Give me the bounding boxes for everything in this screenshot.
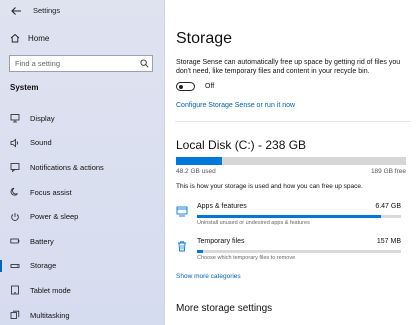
app-title: Settings (33, 6, 61, 15)
sidebar-item-label: Sound (30, 138, 52, 148)
sidebar-item-battery[interactable]: Battery (0, 229, 165, 254)
focus-assist-icon (10, 187, 20, 197)
disk-title: Local Disk (C:) - 238 GB (176, 138, 307, 152)
sidebar-item-sound[interactable]: Sound (0, 131, 165, 156)
sound-icon (10, 138, 20, 148)
sidebar-item-label: Multitasking (30, 310, 70, 320)
sidebar: Settings Home Find a setting System Disp… (0, 0, 165, 325)
multitasking-icon (10, 310, 20, 320)
sidebar-item-storage[interactable]: Storage (0, 254, 165, 279)
sidebar-item-label: Storage (30, 261, 57, 271)
home-label: Home (28, 33, 50, 43)
storage-sense-description: Storage Sense can automatically free up … (176, 59, 401, 76)
disk-free-label: 189 GB free (370, 168, 406, 175)
more-storage-settings-heading: More storage settings (176, 303, 273, 314)
category-description: Choose which temporary files to remove (197, 255, 296, 261)
sidebar-item-focus-assist[interactable]: Focus assist (0, 180, 165, 205)
search-placeholder: Find a setting (15, 59, 61, 68)
sidebar-item-label: Notifications & actions (30, 162, 104, 172)
category-size: 6.47 GB (375, 203, 401, 210)
sidebar-item-display[interactable]: Display (0, 106, 165, 131)
category-size: 157 MB (376, 238, 401, 245)
category-usage-fill (197, 215, 381, 218)
power-icon (10, 212, 20, 222)
sidebar-item-power-sleep[interactable]: Power & sleep (0, 204, 165, 229)
storage-icon (10, 261, 20, 271)
sidebar-item-label: Tablet mode (30, 285, 71, 295)
category-usage-bar (197, 250, 401, 253)
disk-usage-bar (176, 157, 406, 165)
display-icon (10, 113, 20, 123)
category-name: Temporary files (197, 238, 245, 245)
sidebar-item-label: Focus assist (30, 187, 72, 197)
sidebar-nav: Display Sound Notifications & actions Fo… (0, 106, 165, 325)
sidebar-item-label: Power & sleep (30, 212, 79, 222)
title-bar: Settings (0, 0, 165, 22)
sidebar-item-notifications[interactable]: Notifications & actions (0, 155, 165, 180)
toggle-state-label: Off (205, 83, 215, 90)
page-title: Storage (176, 30, 233, 47)
category-name: Apps & features (197, 203, 247, 210)
disk-usage-fill (176, 157, 222, 165)
disk-used-label: 48.2 GB used (176, 168, 216, 175)
trash-icon (178, 241, 186, 252)
section-divider (175, 121, 411, 122)
configure-storage-sense-link[interactable]: Configure Storage Sense or run it now (176, 102, 295, 109)
apps-features-icon (176, 206, 188, 217)
toggle-knob (179, 84, 183, 89)
notifications-icon (10, 162, 20, 173)
category-usage-bar (197, 215, 401, 218)
category-usage-fill (197, 250, 204, 253)
battery-icon (10, 236, 20, 246)
sidebar-item-multitasking[interactable]: Multitasking (0, 303, 165, 325)
home-icon (10, 33, 20, 43)
storage-sense-toggle[interactable] (176, 82, 195, 91)
sidebar-item-label: Display (30, 113, 55, 123)
show-more-categories-link[interactable]: Show more categories (176, 273, 241, 280)
section-title-system: System (10, 83, 39, 92)
search-icon[interactable] (136, 56, 152, 71)
category-description: Uninstall unused or undesired apps & fea… (197, 220, 310, 226)
home-nav-item[interactable]: Home (10, 33, 49, 43)
sidebar-item-tablet-mode[interactable]: Tablet mode (0, 278, 165, 303)
search-input[interactable]: Find a setting (9, 55, 153, 72)
disk-description: This is how your storage is used and how… (176, 183, 363, 190)
sidebar-item-label: Battery (30, 236, 54, 246)
back-arrow-icon[interactable] (10, 5, 22, 17)
tablet-icon (10, 285, 20, 295)
